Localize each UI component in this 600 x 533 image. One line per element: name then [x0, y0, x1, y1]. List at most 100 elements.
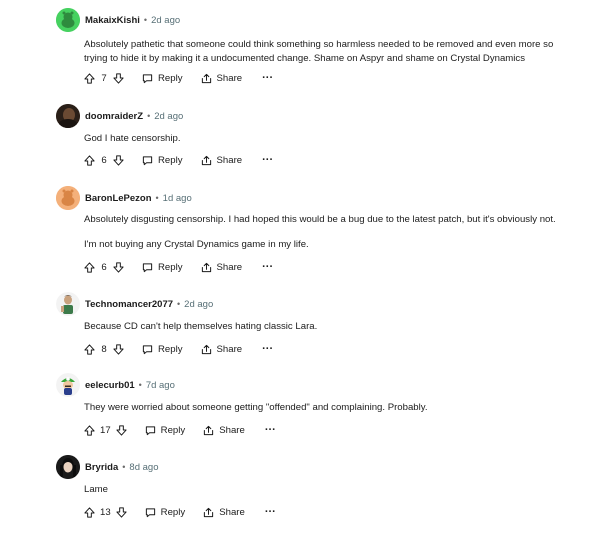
comment-actions: 17 Reply Share ··· — [84, 422, 276, 438]
vote-count: 13 — [100, 506, 111, 518]
reply-label: Reply — [158, 343, 183, 355]
share-button[interactable]: Share — [201, 155, 242, 166]
vote-count: 6 — [101, 261, 107, 273]
comment-actions: 7 Reply Share ··· — [84, 70, 273, 86]
reply-label: Reply — [158, 72, 183, 84]
share-icon — [201, 73, 211, 83]
timestamp[interactable]: 2d ago — [184, 299, 213, 310]
username[interactable]: doomraiderZ — [85, 111, 143, 122]
username[interactable]: eelecurb01 — [85, 380, 135, 391]
timestamp[interactable]: 2d ago — [154, 111, 183, 122]
comment-header: eelecurb01 • 7d ago — [56, 373, 175, 397]
more-options-button[interactable]: ··· — [262, 344, 273, 355]
comment-text-line: They were worried about someone getting … — [84, 402, 428, 413]
vote-group: 6 — [84, 155, 124, 166]
downvote-icon[interactable] — [116, 424, 127, 436]
share-label: Share — [216, 261, 243, 273]
username[interactable]: MakaixKishi — [85, 15, 140, 26]
timestamp[interactable]: 7d ago — [146, 380, 175, 391]
comment-body: Lame — [84, 483, 584, 497]
timestamp[interactable]: 1d ago — [163, 193, 192, 204]
vote-count: 17 — [100, 424, 111, 436]
reply-label: Reply — [158, 154, 183, 166]
separator-dot: • — [155, 193, 159, 203]
timestamp[interactable]: 2d ago — [151, 15, 180, 26]
upvote-icon[interactable] — [84, 343, 95, 355]
username[interactable]: BaronLePezon — [85, 193, 152, 204]
reply-button[interactable]: Reply — [145, 506, 186, 518]
comment-actions: 13 Reply Share ··· — [84, 504, 276, 520]
share-label: Share — [219, 424, 245, 436]
share-label: Share — [216, 343, 243, 355]
share-button[interactable]: Share — [203, 507, 245, 518]
downvote-icon[interactable] — [113, 154, 124, 166]
character-avatar-icon — [56, 292, 80, 316]
comment-body: God I hate censorship. — [84, 132, 584, 146]
reply-button[interactable]: Reply — [145, 424, 186, 436]
username[interactable]: Technomancer2077 — [85, 299, 173, 310]
upvote-icon[interactable] — [84, 154, 95, 166]
upvote-icon[interactable] — [84, 72, 95, 84]
separator-dot: • — [177, 299, 181, 309]
vote-group: 6 — [84, 262, 124, 273]
more-options-button[interactable]: ··· — [262, 73, 273, 84]
share-button[interactable]: Share — [201, 261, 243, 273]
avatar[interactable] — [56, 8, 80, 32]
share-button[interactable]: Share — [201, 73, 242, 84]
reply-icon — [145, 425, 155, 435]
comment-header: Technomancer2077 • 2d ago — [56, 292, 213, 316]
reply-icon — [145, 507, 155, 517]
downvote-icon[interactable] — [116, 506, 127, 518]
comment-actions: 8 Reply Share ··· — [84, 341, 273, 357]
reply-label: Reply — [160, 506, 186, 518]
comment-header: doomraiderZ • 2d ago — [56, 104, 183, 128]
comment-text-line: trying to hide it by making it a undocum… — [84, 53, 526, 64]
reply-button[interactable]: Reply — [142, 344, 183, 355]
more-options-button[interactable]: ··· — [265, 425, 276, 436]
reply-button[interactable]: Reply — [142, 73, 183, 84]
reply-label: Reply — [160, 424, 186, 436]
comment-body: Absolutely disgusting censorship. I had … — [84, 213, 584, 252]
comment-body: Because CD can't help themselves hating … — [84, 320, 584, 334]
more-options-button[interactable]: ··· — [262, 155, 273, 166]
share-button[interactable]: Share — [201, 343, 243, 355]
comment-text-line: Because CD can't help themselves hating … — [84, 321, 318, 332]
comment-text-line: Lame — [84, 484, 108, 495]
share-icon — [204, 425, 214, 435]
avatar[interactable] — [56, 104, 80, 128]
upvote-icon[interactable] — [84, 424, 95, 436]
downvote-icon[interactable] — [113, 343, 124, 355]
comment-text-line: Absolutely pathetic that someone could t… — [84, 39, 554, 50]
reply-label: Reply — [158, 261, 183, 273]
share-button[interactable]: Share — [203, 425, 245, 436]
separator-dot: • — [138, 380, 142, 390]
downvote-icon[interactable] — [113, 261, 124, 273]
username[interactable]: Bryrida — [85, 462, 118, 473]
comment-header: MakaixKishi • 2d ago — [56, 8, 180, 32]
avatar[interactable] — [56, 292, 80, 316]
comment-paragraph: Absolutely disgusting censorship. I had … — [84, 214, 556, 225]
reply-icon — [142, 344, 153, 354]
reply-button[interactable]: Reply — [142, 155, 183, 166]
share-icon — [201, 344, 211, 354]
separator-dot: • — [122, 462, 126, 472]
upvote-icon[interactable] — [84, 506, 95, 518]
vote-group: 8 — [84, 344, 124, 355]
vote-count: 8 — [101, 343, 107, 355]
downvote-icon[interactable] — [113, 72, 124, 84]
reply-icon — [142, 262, 153, 272]
avatar[interactable] — [56, 455, 80, 479]
separator-dot: • — [147, 111, 151, 121]
reply-icon — [142, 73, 153, 83]
avatar[interactable] — [56, 186, 80, 210]
avatar[interactable] — [56, 373, 80, 397]
timestamp[interactable]: 8d ago — [129, 462, 158, 473]
more-options-button[interactable]: ··· — [262, 262, 273, 273]
reply-button[interactable]: Reply — [142, 262, 183, 273]
upvote-icon[interactable] — [84, 261, 95, 273]
more-options-button[interactable]: ··· — [265, 507, 276, 518]
comment-body: Absolutely pathetic that someone could t… — [84, 38, 584, 66]
snoo-icon — [56, 8, 80, 32]
luigi-avatar-icon — [56, 373, 80, 397]
reply-icon — [142, 155, 153, 165]
